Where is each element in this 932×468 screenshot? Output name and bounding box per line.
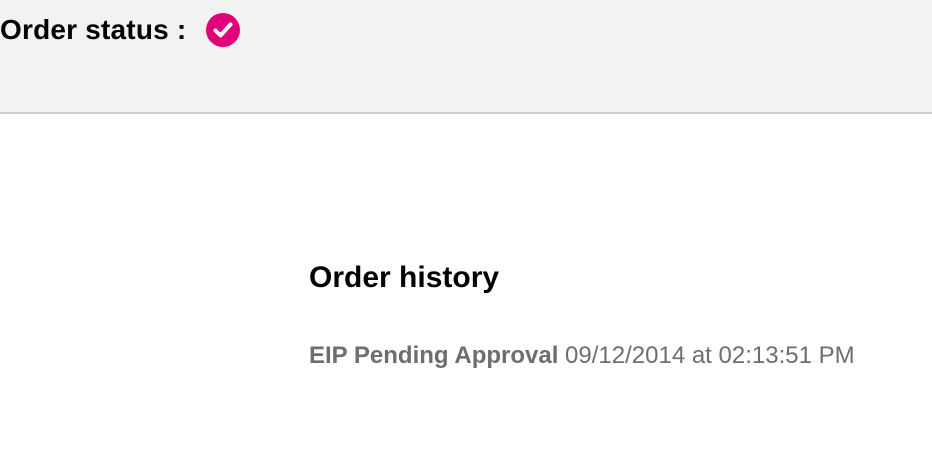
order-status-bar: Order status : [0, 0, 932, 114]
order-history-title: Order history [309, 261, 500, 294]
order-history-section: Order history EIP Pending Approval 09/12… [309, 258, 855, 371]
order-status-row: Order status : [0, 10, 241, 50]
history-entry: EIP Pending Approval 09/12/2014 at 02:13… [309, 341, 855, 371]
history-entry-status: EIP Pending Approval [309, 342, 559, 369]
check-circle-icon [205, 12, 241, 48]
order-status-label: Order status : [0, 14, 187, 45]
history-entry-timestamp: 09/12/2014 at 02:13:51 PM [565, 342, 855, 369]
